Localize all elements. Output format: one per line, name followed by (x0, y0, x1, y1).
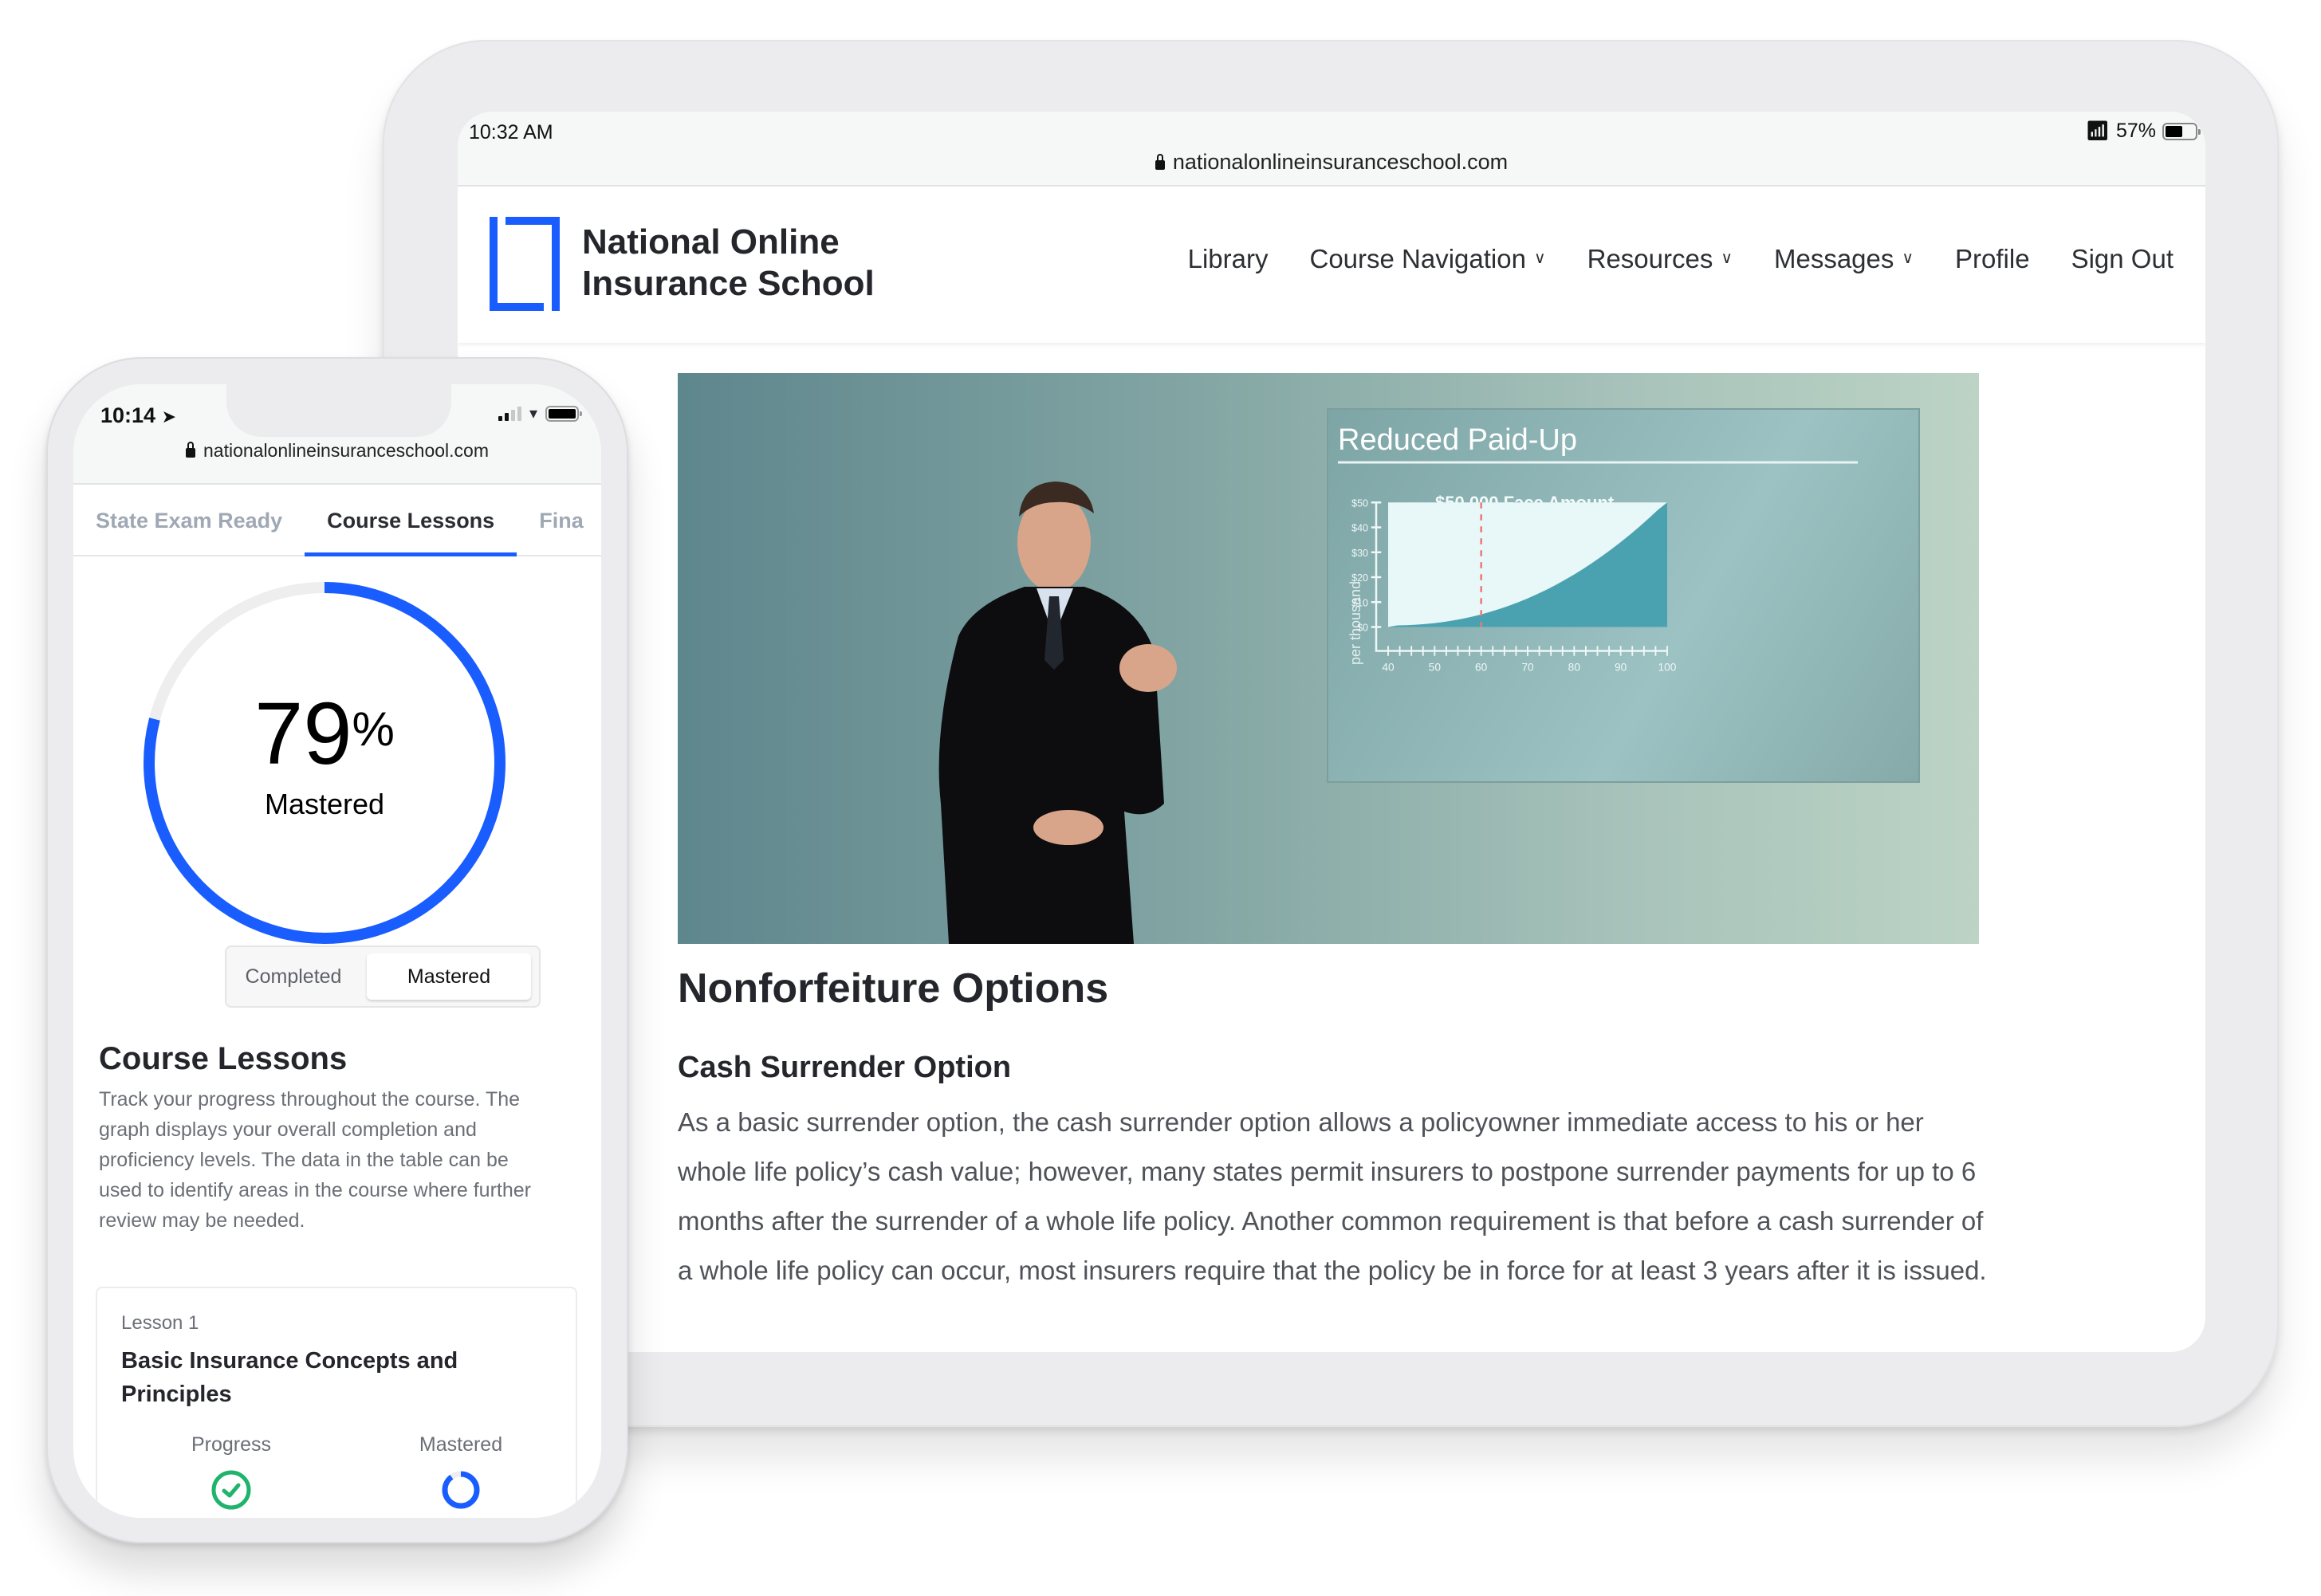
article-title: Nonforfeiture Options (678, 965, 1109, 1012)
lesson-article: Nonforfeiture Options Cash Surrender Opt… (678, 965, 1993, 1295)
phone-clock: 10:14 ➤ (100, 403, 176, 428)
video-chart-title: Reduced Paid-Up (1338, 423, 1577, 457)
nav-label: Course Navigation (1309, 244, 1526, 273)
mastery-gauge: 79% Mastered (140, 579, 509, 947)
tablet-clock: 10:32 AM (469, 121, 553, 143)
y-tick-label: $30 (1351, 548, 1368, 559)
wifi-icon: ▾ (529, 405, 537, 423)
y-tick-label: $10 (1351, 597, 1368, 608)
lesson-progress: Progress (151, 1433, 311, 1511)
tablet-url: nationalonlineinsuranceschool.com (1172, 150, 1509, 174)
y-tick-label: $40 (1351, 523, 1368, 534)
nav-resources[interactable]: Resources ∨ (1587, 244, 1733, 274)
lesson-mastered: Mastered (381, 1433, 541, 1511)
school-name-line2: Insurance School (582, 264, 875, 303)
tab-final[interactable]: Fina (539, 483, 584, 555)
phone-notch (226, 384, 451, 437)
school-name-line1: National Online (582, 222, 840, 261)
phone-screen: 10:14 ➤ ▾ nationalonlineinsuranceschool.… (73, 384, 601, 1518)
school-name[interactable]: National Online Insurance School (582, 222, 875, 305)
battery-icon (2162, 122, 2201, 140)
lesson-card[interactable]: Lesson 1 Basic Insurance Concepts and Pr… (96, 1287, 577, 1518)
x-tick-label: 90 (1615, 662, 1627, 674)
gauge-label: Mastered (264, 788, 385, 820)
completed-mastered-toggle: Completed Mastered (225, 945, 541, 1008)
article-subtitle: Cash Surrender Option (678, 1051, 1012, 1084)
phone-frame: 10:14 ➤ ▾ nationalonlineinsuranceschool.… (46, 357, 628, 1543)
lesson-video[interactable]: Reduced Paid-Up $50,000 Face Amount per … (678, 373, 1979, 944)
x-tick-label: 50 (1429, 662, 1442, 674)
y-tick-label: $50 (1351, 497, 1368, 509)
gauge-value: 79 (254, 685, 352, 783)
reduced-paid-up-chart: Reduced Paid-Up $50,000 Face Amount per … (1338, 423, 1858, 674)
tablet-status-bar: 10:32 AM nationalonlineinsuranceschool.c… (458, 112, 2205, 185)
battery-icon (545, 405, 582, 422)
progress-tabs: State Exam Ready Course Lessons Fina (73, 483, 601, 556)
nav-label: Resources (1587, 244, 1713, 273)
tablet-address-bar[interactable]: nationalonlineinsuranceschool.com (458, 150, 2205, 175)
mastery-ring-icon (442, 1471, 480, 1509)
mastered-label: Mastered (419, 1433, 503, 1456)
presenter-figure (938, 482, 1177, 944)
lock-icon (185, 442, 195, 458)
x-tick-label: 70 (1521, 662, 1534, 674)
section-title: Course Lessons (99, 1041, 348, 1076)
nav-label: Messages (1773, 244, 1894, 273)
nav-library[interactable]: Library (1188, 244, 1269, 274)
chevron-down-icon: ∨ (1533, 249, 1546, 267)
x-tick-label: 60 (1475, 662, 1488, 674)
phone-status-bar: 10:14 ➤ ▾ nationalonlineinsuranceschool.… (73, 384, 601, 485)
percent-sign: % (352, 702, 395, 756)
location-arrow-icon: ➤ (161, 407, 177, 427)
phone-url: nationalonlineinsuranceschool.com (203, 440, 489, 461)
nav-profile[interactable]: Profile (1955, 244, 2030, 274)
phone-time: 10:14 (100, 403, 156, 427)
nav-label: Profile (1955, 244, 2030, 273)
video-chart-overlay: Reduced Paid-Up $50,000 Face Amount per … (1327, 408, 1920, 783)
x-tick-label: 80 (1568, 662, 1581, 674)
nav-course-navigation[interactable]: Course Navigation ∨ (1309, 244, 1545, 274)
nav-label: Library (1187, 244, 1269, 273)
nav-messages[interactable]: Messages ∨ (1774, 244, 1914, 274)
signal-icon (498, 406, 521, 421)
site-header: National Online Insurance School Library… (458, 185, 2205, 343)
chevron-down-icon: ∨ (1721, 249, 1733, 267)
tablet-screen: 10:32 AM nationalonlineinsuranceschool.c… (458, 112, 2205, 1352)
nav-label: Sign Out (2071, 244, 2173, 273)
toggle-completed[interactable]: Completed (236, 953, 351, 1000)
section-description: Track your progress throughout the cours… (99, 1088, 531, 1232)
x-tick-label: 40 (1382, 662, 1395, 674)
progress-label: Progress (191, 1433, 272, 1456)
tab-state-exam-ready[interactable]: State Exam Ready (96, 483, 282, 555)
phone-status-icons: ▾ (498, 403, 582, 423)
lesson-number: Lesson 1 (121, 1312, 199, 1334)
lock-icon (1155, 154, 1165, 170)
battery-level (549, 408, 576, 419)
battery-level (2166, 125, 2182, 137)
y-tick-label: $0 (1357, 623, 1368, 634)
nav-sign-out[interactable]: Sign Out (2071, 244, 2173, 274)
tab-course-lessons[interactable]: Course Lessons (305, 483, 517, 556)
article-body: As a basic surrender option, the cash su… (678, 1107, 1987, 1285)
tablet-status-icons: 📶︎ 57% (2085, 120, 2201, 143)
x-tick-label: 100 (1658, 662, 1677, 674)
toggle-mastered[interactable]: Mastered (367, 953, 531, 1000)
wifi-icon: 📶︎ (2085, 120, 2110, 142)
y-tick-label: $20 (1351, 572, 1368, 584)
phone-address-bar[interactable]: nationalonlineinsuranceschool.com (73, 440, 601, 462)
main-nav: Library Course Navigation ∨ Resources ∨ Me… (1188, 244, 2173, 274)
lesson-title: Basic Insurance Concepts and Principles (121, 1348, 458, 1407)
chevron-down-icon: ∨ (1902, 249, 1914, 267)
school-logo-icon[interactable] (490, 217, 560, 311)
gauge-percent: 79% (140, 690, 509, 778)
battery-percent: 57% (2115, 120, 2156, 142)
check-circle-icon (211, 1470, 251, 1510)
